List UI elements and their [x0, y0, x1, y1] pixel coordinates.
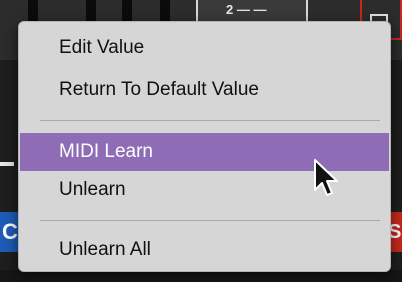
marker [0, 162, 14, 166]
menu-item-edit-value[interactable]: Edit Value [20, 29, 389, 67]
menu-item-return-to-default[interactable]: Return To Default Value [20, 71, 389, 109]
arrow-pointer-icon [314, 159, 338, 196]
menu-separator [40, 220, 380, 221]
blue-label-tab: C [0, 212, 20, 252]
blue-label-glyph: C [2, 219, 18, 244]
context-menu: Edit Value Return To Default Value MIDI … [18, 21, 391, 272]
menu-separator [40, 120, 380, 121]
value-display-text: 2 — — [226, 2, 267, 17]
menu-item-unlearn-all[interactable]: Unlearn All [20, 231, 389, 269]
